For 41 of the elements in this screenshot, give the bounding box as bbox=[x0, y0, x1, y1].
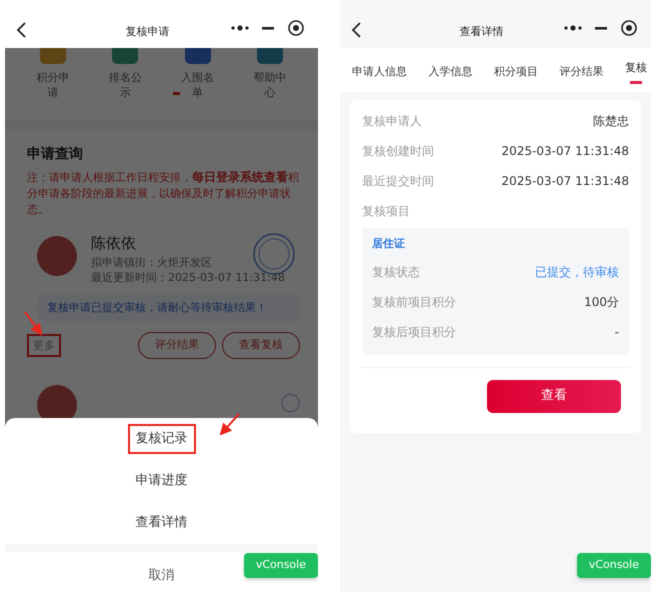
section-title: 申请查询 bbox=[27, 145, 84, 164]
field-label: 复核项目 bbox=[362, 203, 410, 220]
outline-button[interactable]: 查看复核 bbox=[222, 332, 300, 359]
field-value: 2025-03-07 11:31:48 bbox=[502, 173, 629, 190]
window-title: 复核申请 bbox=[124, 24, 170, 40]
field-label: 复核前项目积分 bbox=[372, 294, 456, 310]
tab[interactable]: 评分结果 bbox=[556, 58, 608, 92]
sheet-option[interactable]: 申请进度 bbox=[136, 471, 188, 491]
tab[interactable]: 积分项目 bbox=[490, 58, 542, 92]
field-value: - bbox=[614, 324, 619, 340]
field-value: 100分 bbox=[584, 294, 619, 310]
annotation-arrow bbox=[220, 413, 240, 436]
field-label: 最近提交时间 bbox=[362, 173, 434, 190]
tab[interactable]: 复核 bbox=[621, 58, 651, 92]
field-label: 复核创建时间 bbox=[362, 143, 434, 160]
cancel-button[interactable]: 取消 bbox=[148, 566, 174, 586]
menu-label[interactable]: 积分申请 bbox=[34, 70, 72, 101]
status-message: 复核申请已提交审核，请耐心等待审核结果！ bbox=[37, 294, 300, 322]
item-title: 居住证 bbox=[372, 236, 406, 252]
status-value: 已提交，待审核 bbox=[535, 264, 619, 280]
avatar bbox=[37, 236, 77, 276]
field-value: 2025-03-07 11:31:48 bbox=[502, 143, 629, 160]
window-title: 查看详情 bbox=[458, 24, 504, 40]
menu-label[interactable]: 排名公示 bbox=[106, 70, 144, 101]
field-value: 陈楚忠 bbox=[593, 113, 629, 130]
updated-time: 最近更新时间：2025-03-07 11:31:48 bbox=[91, 270, 285, 286]
applicant-name: 陈依依 bbox=[91, 233, 137, 254]
sheet-option[interactable]: 查看详情 bbox=[136, 513, 188, 533]
sheet-option[interactable]: 复核记录 bbox=[136, 431, 188, 446]
field-label: 复核后项目积分 bbox=[372, 324, 456, 340]
field-label: 复核状态 bbox=[372, 264, 420, 280]
menu-label[interactable]: 入围名单 bbox=[178, 70, 216, 101]
field-label: 复核申请人 bbox=[362, 113, 422, 130]
tab[interactable]: 申请人信息 bbox=[348, 58, 411, 92]
menu-label[interactable]: 帮助中心 bbox=[251, 70, 289, 101]
district-text: 拟申请镇街：火炬开发区 bbox=[91, 254, 213, 270]
notice-text: 注：请申请人根据工作日程安排，每日登录系统查看积分申请各阶段的最新进展，以确保及时了解积分申请状态。 bbox=[27, 169, 300, 218]
view-button[interactable]: 查看 bbox=[487, 380, 621, 412]
outline-button[interactable]: 评分结果 bbox=[138, 332, 216, 359]
indicator-dash bbox=[172, 92, 180, 95]
tab[interactable]: 入学信息 bbox=[424, 58, 476, 92]
